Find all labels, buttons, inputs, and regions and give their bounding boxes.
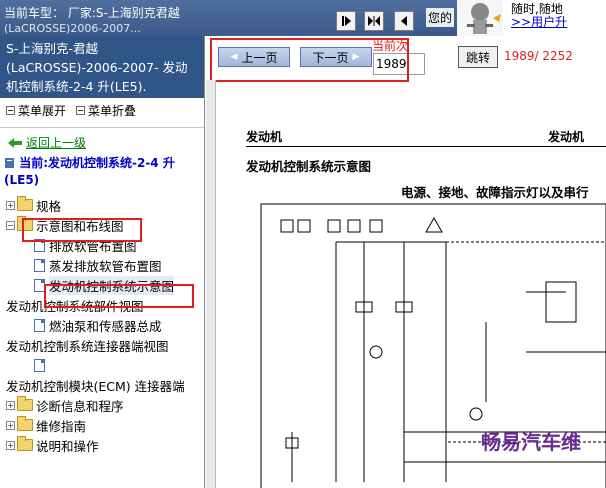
divider (0, 127, 204, 128)
doc-header-left: 发动机 (246, 130, 283, 144)
doc-header-right: 发动机 (548, 130, 585, 144)
tree-item-fuel-pump[interactable]: 燃油泵和传感器总成 (0, 315, 204, 335)
expand-plus-icon[interactable]: + (6, 420, 15, 430)
split-view-button[interactable] (364, 11, 384, 31)
tree-item-label: 诊断信息和程序 (36, 398, 124, 414)
tree-item-connector-doc[interactable] (0, 355, 204, 375)
sidebar-title: S-上海别克-君越(LaCROSSE)-2006-2007- 发动机控制系统-2… (0, 36, 204, 98)
collapse-icon (76, 106, 86, 115)
collapse-minus-icon[interactable]: − (6, 220, 15, 230)
folder-icon (17, 196, 33, 211)
expand-plus-icon[interactable]: + (6, 200, 15, 210)
page-count-info: 1989/ 2252 (504, 49, 573, 63)
back-link-label: 返回上一级 (26, 136, 87, 150)
highlight-box-selected-doc (44, 284, 194, 308)
back-arrow-icon (8, 137, 22, 148)
expand-plus-icon[interactable]: + (6, 400, 15, 410)
sidebar: S-上海别克-君越(LaCROSSE)-2006-2007- 发动机控制系统-2… (0, 36, 205, 488)
arrow-right-icon (342, 16, 351, 26)
mascot-image (457, 0, 503, 36)
header-rule (246, 146, 606, 147)
highlight-box-schematics (22, 218, 142, 242)
tree-item-specs[interactable]: + 规格 (0, 195, 204, 215)
menu-expand-button[interactable]: 菜单展开 (6, 102, 66, 119)
tree-item-label: 规格 (36, 198, 62, 214)
tree-item-label: 蒸发排放软管布置图 (49, 258, 162, 274)
main-content: ◀ 上一页 下一页 ▶ 当前次 跳转 1989/ 2252 发动机 发动机 发动… (206, 36, 606, 488)
menu-collapse-label: 菜单折叠 (88, 104, 137, 118)
doc-subtitle: 电源、接地、故障指示灯以及串行 (401, 185, 589, 200)
tree-item-ecm-connector[interactable]: 发动机控制模块(ECM) 连接器端 (0, 375, 204, 395)
top-right-panel: 随时,随地 >>用户升 (503, 0, 606, 36)
pager-bar: ◀ 上一页 下一页 ▶ 当前次 跳转 1989/ 2252 (206, 36, 606, 82)
tree-item-evap-hose[interactable]: 蒸发排放软管布置图 (0, 255, 204, 275)
tree-item-diagnostics[interactable]: + 诊断信息和程序 (0, 395, 204, 415)
menu-collapse-button[interactable]: 菜单折叠 (76, 102, 136, 119)
current-location: 当前:发动机控制系统-2-4 升(LE5) (0, 153, 204, 191)
upgrade-link[interactable]: >>用户升 (511, 13, 567, 30)
folder-icon (17, 436, 33, 451)
tree-item-label: 发动机控制系统连接器端视图 (6, 338, 169, 354)
tree-item-label: 维修指南 (36, 418, 87, 434)
first-page-button[interactable] (336, 11, 356, 31)
document-icon (34, 358, 45, 372)
vehicle-line-1: 当前车型： 厂家:S-上海别克君越 (4, 6, 180, 20)
document-page: 发动机 发动机 发动机控制系统示意图 电源、接地、故障指示灯以及串行 畅易汽车维 (236, 116, 606, 488)
vertical-scrollbar[interactable] (206, 80, 216, 488)
folder-icon (17, 416, 33, 431)
arrow-left-icon (401, 16, 407, 26)
document-icon (34, 258, 45, 272)
tree-item-connector-end-views[interactable]: 发动机控制系统连接器端视图 (0, 335, 204, 355)
expand-arrows-icon (368, 16, 380, 26)
menu-toggle-row: 菜单展开 菜单折叠 (0, 98, 204, 123)
tree-item-label: 发动机控制模块(ECM) 连接器端 (6, 378, 185, 394)
app-window: 当前车型： 厂家:S-上海别克君越 (LaCROSSE)2006-2007...… (0, 0, 606, 488)
current-location-label: 当前:发动机控制系统-2-4 升(LE5) (4, 156, 175, 187)
mascot-icon (467, 3, 501, 34)
doc-title: 发动机控制系统示意图 (246, 159, 372, 174)
document-icon (34, 318, 45, 332)
tree-item-description[interactable]: + 说明和操作 (0, 435, 204, 455)
menu-expand-label: 菜单展开 (18, 104, 67, 118)
expand-plus-icon[interactable]: + (6, 440, 15, 450)
jump-button[interactable]: 跳转 (458, 46, 498, 68)
collapse-button[interactable] (394, 11, 414, 31)
tree-item-label: 燃油泵和传感器总成 (49, 318, 162, 334)
tree-item-repair-guide[interactable]: + 维修指南 (0, 415, 204, 435)
highlight-box-pager (210, 38, 409, 82)
user-label: 您的 (426, 8, 455, 27)
vehicle-line-2: (LaCROSSE)2006-2007... (4, 22, 141, 35)
tree-item-label: 说明和操作 (36, 438, 99, 454)
top-header-bar: 当前车型： 厂家:S-上海别克君越 (LaCROSSE)2006-2007...… (0, 0, 606, 36)
folder-icon (17, 396, 33, 411)
expand-icon (6, 106, 15, 115)
back-link[interactable]: 返回上一级 (0, 132, 204, 153)
book-icon (5, 158, 14, 168)
watermark-text: 畅易汽车维 (481, 430, 581, 454)
